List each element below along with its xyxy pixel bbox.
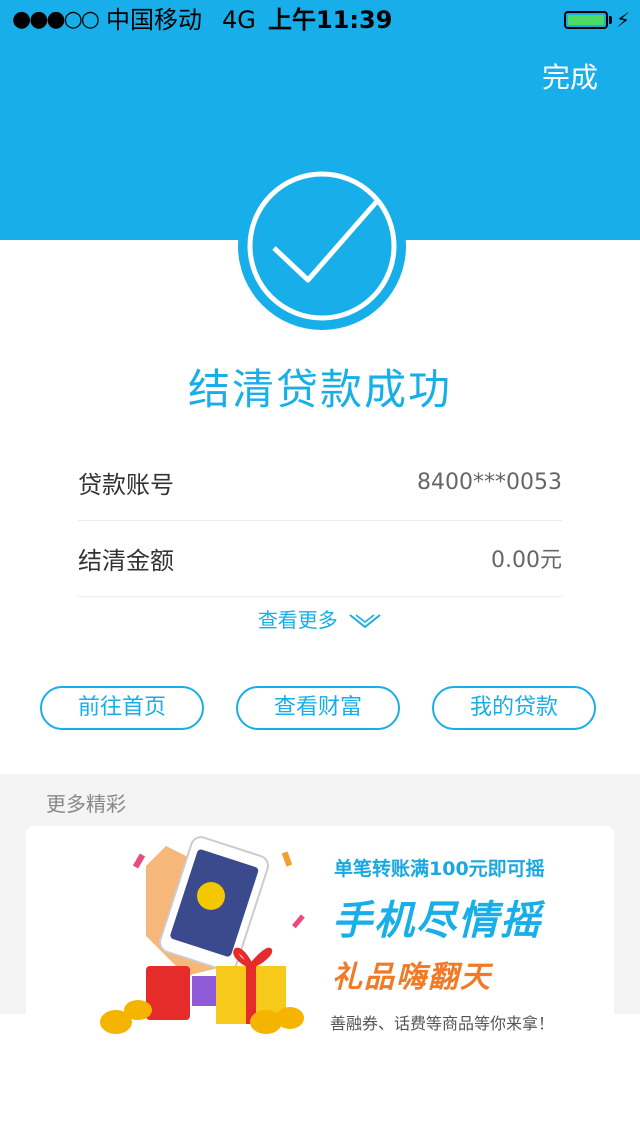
detail-label: 贷款账号: [78, 470, 174, 499]
more-section-title: 更多精彩: [46, 792, 126, 816]
detail-value: 8400***0053: [417, 469, 562, 495]
go-home-button[interactable]: 前往首页: [40, 686, 204, 730]
detail-label: 结清金额: [78, 546, 174, 575]
chevron-down-icon: [348, 610, 382, 634]
battery-icon: [564, 11, 608, 29]
view-more-link[interactable]: 查看更多: [0, 604, 640, 634]
result-title: 结清贷款成功: [187, 365, 452, 414]
carrier-name: 中国移动: [105, 6, 202, 34]
my-loans-button[interactable]: 我的贷款: [432, 686, 596, 730]
status-bar: ●●●○○ 中国移动 4G 上午11:39 ⚡: [0, 0, 640, 40]
banner-caption: 善融券、话费等商品等你来拿！: [330, 1014, 555, 1033]
done-button[interactable]: 完成: [542, 56, 598, 96]
detail-row-settled-amount: 结清金额 0.00元: [78, 520, 562, 597]
network-type: 4G: [221, 6, 256, 34]
view-more-label: 查看更多: [257, 608, 338, 632]
view-wealth-button[interactable]: 查看财富: [236, 686, 400, 730]
battery-tip: [609, 16, 612, 24]
promo-banner[interactable]: 单笔转账满100元即可摇 手机尽情摇 礼品嗨翻天 善融券、话费等商品等你来拿！: [26, 826, 614, 1066]
detail-row-loan-account: 贷款账号 8400***0053: [78, 444, 562, 521]
banner-tagline: 礼品嗨翻天: [332, 960, 492, 995]
phone-gift-illustration: [100, 836, 305, 1034]
detail-value: 0.00元: [491, 548, 562, 573]
charging-icon: ⚡: [616, 8, 631, 32]
status-time: 上午11:39: [268, 6, 393, 34]
signal-strength-icon: ●●●○○: [12, 7, 100, 32]
success-check-icon: [238, 162, 406, 330]
banner-headline: 手机尽情摇: [332, 898, 542, 944]
banner-subheading: 单笔转账满100元即可摇: [334, 858, 545, 880]
